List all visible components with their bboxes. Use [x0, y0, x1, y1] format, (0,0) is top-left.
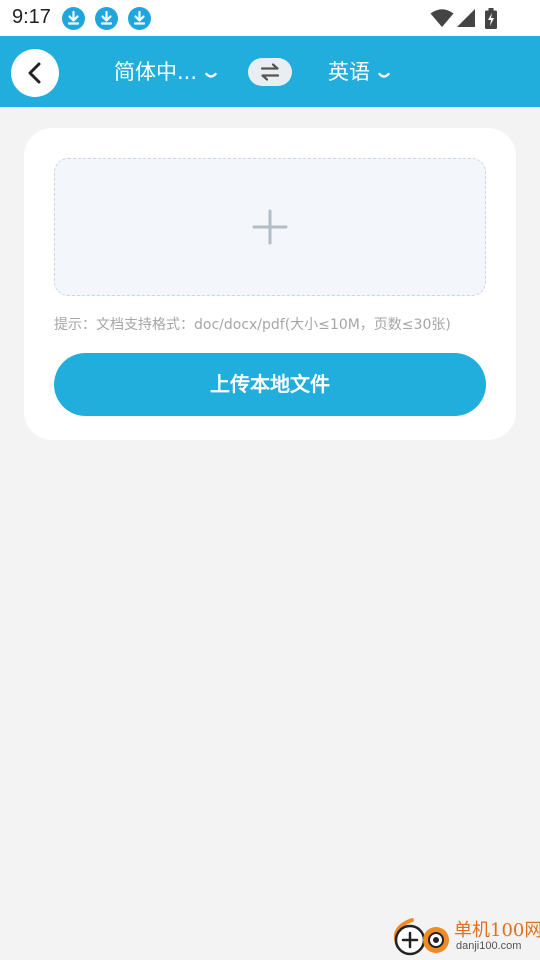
signal-icon: [456, 8, 476, 32]
chevron-left-icon: [28, 62, 41, 84]
plus-icon: [252, 209, 288, 245]
download-icon: [128, 7, 151, 30]
back-button[interactable]: [11, 49, 59, 97]
swap-arrows-icon: [260, 63, 280, 81]
header: 简体中... 英语: [0, 36, 540, 107]
watermark-url: danji100.com: [456, 940, 522, 952]
upload-card: 提示：文档支持格式：doc/docx/pdf(大小≤10M，页数≤30张) 上传…: [24, 128, 516, 440]
chevron-down-icon: [205, 57, 217, 89]
status-time: 9:17: [12, 6, 51, 28]
chevron-down-icon: [378, 57, 390, 89]
battery-charging-icon: [484, 8, 498, 34]
watermark-logo-icon: [393, 918, 449, 956]
target-language-select[interactable]: 英语: [328, 56, 390, 88]
wifi-icon: [430, 8, 454, 32]
status-bar: 9:17: [0, 0, 540, 36]
format-hint: 提示：文档支持格式：doc/docx/pdf(大小≤10M，页数≤30张): [54, 317, 451, 333]
upload-local-file-button[interactable]: 上传本地文件: [54, 353, 486, 416]
target-language-label: 英语: [328, 60, 370, 84]
add-document-area[interactable]: [54, 158, 486, 296]
source-language-label: 简体中...: [114, 60, 198, 84]
watermark-title: 单机100网: [454, 920, 540, 941]
swap-languages-button[interactable]: [248, 58, 292, 86]
download-icon: [62, 7, 85, 30]
download-icon: [95, 7, 118, 30]
watermark: 单机100网 danji100.com: [388, 914, 540, 960]
source-language-select[interactable]: 简体中...: [114, 56, 217, 88]
